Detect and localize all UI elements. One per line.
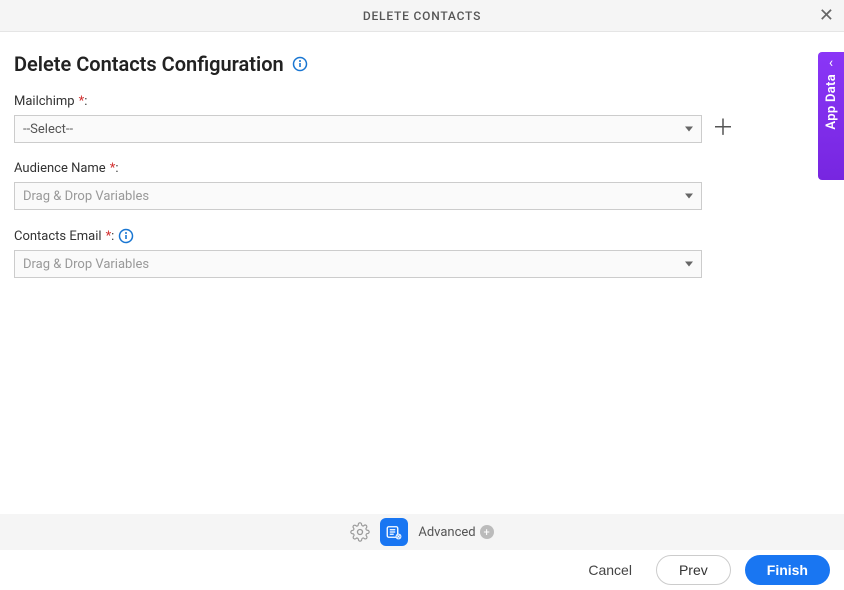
field-label-row: Audience Name *: [14, 161, 830, 176]
required-marker: *: [110, 161, 119, 176]
field-label-row: Mailchimp *: [14, 94, 830, 109]
mailchimp-select[interactable]: --Select-- [14, 115, 702, 143]
select-value: --Select-- [23, 122, 73, 137]
finish-button[interactable]: Finish [745, 555, 830, 585]
dialog-title: DELETE CONTACTS [363, 9, 481, 23]
required-marker: *: [106, 229, 115, 244]
chevron-down-icon [685, 262, 693, 267]
required-marker: *: [79, 94, 88, 109]
page-title-row: Delete Contacts Configuration [14, 52, 830, 76]
cancel-button[interactable]: Cancel [578, 556, 642, 584]
field-row: --Select-- ＋ [14, 115, 830, 143]
info-icon[interactable] [292, 56, 308, 72]
field-contacts-email: Contacts Email *: Drag & Drop Variables [14, 228, 830, 278]
advanced-label: Advanced + [418, 525, 493, 540]
chevron-left-icon: ‹ [829, 56, 833, 70]
close-icon[interactable]: ✕ [819, 7, 834, 25]
contacts-email-select[interactable]: Drag & Drop Variables [14, 250, 702, 278]
dialog-header: DELETE CONTACTS ✕ [0, 0, 844, 32]
gear-icon[interactable] [350, 522, 370, 542]
content-area: Delete Contacts Configuration Mailchimp … [0, 32, 844, 278]
field-mailchimp: Mailchimp *: --Select-- ＋ [14, 94, 830, 143]
add-connection-icon[interactable]: ＋ [712, 118, 734, 140]
footer: Cancel Prev Finish [0, 550, 844, 590]
side-tab-label: App Data [824, 74, 839, 130]
chevron-down-icon [685, 194, 693, 199]
app-data-tab[interactable]: ‹ App Data [818, 52, 844, 180]
bottom-toolbar: Advanced + [0, 514, 844, 550]
prev-button[interactable]: Prev [656, 555, 731, 585]
field-label: Mailchimp [14, 94, 75, 109]
info-icon[interactable] [118, 228, 134, 244]
field-audience-name: Audience Name *: Drag & Drop Variables [14, 161, 830, 210]
field-row: Drag & Drop Variables [14, 250, 830, 278]
field-row: Drag & Drop Variables [14, 182, 830, 210]
select-placeholder: Drag & Drop Variables [23, 189, 149, 204]
advanced-expand-icon[interactable]: + [480, 525, 494, 539]
page-title: Delete Contacts Configuration [14, 52, 284, 76]
field-label-row: Contacts Email *: [14, 228, 830, 244]
audience-name-select[interactable]: Drag & Drop Variables [14, 182, 702, 210]
chevron-down-icon [685, 127, 693, 132]
field-label: Contacts Email [14, 229, 102, 244]
select-placeholder: Drag & Drop Variables [23, 257, 149, 272]
field-label: Audience Name [14, 161, 106, 176]
config-icon[interactable] [380, 518, 408, 546]
